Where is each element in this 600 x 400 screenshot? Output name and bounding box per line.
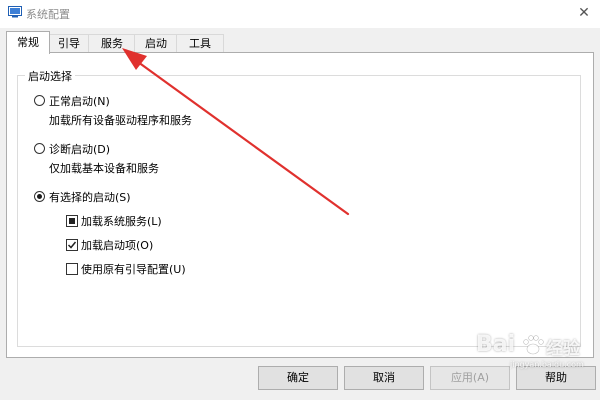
load-system-services-checkbox[interactable] <box>66 215 78 227</box>
normal-startup-label[interactable]: 正常启动(N) <box>49 93 110 109</box>
apply-button[interactable]: 应用(A) <box>430 366 510 390</box>
tab-label: 引导 <box>58 37 80 50</box>
close-button[interactable]: ✕ <box>572 2 596 24</box>
tab-label: 服务 <box>101 37 123 50</box>
load-startup-items-checkbox[interactable] <box>66 239 78 251</box>
group-title: 启动选择 <box>25 68 75 84</box>
use-original-boot-config-label[interactable]: 使用原有引导配置(U) <box>81 261 186 277</box>
selective-startup-label[interactable]: 有选择的启动(S) <box>49 189 131 205</box>
system-config-icon <box>8 6 22 18</box>
load-system-services-label[interactable]: 加载系统服务(L) <box>81 213 162 229</box>
radio-normal-startup[interactable] <box>34 95 45 106</box>
diagnostic-startup-label[interactable]: 诊断启动(D) <box>49 141 110 157</box>
tab-label: 常规 <box>17 36 39 49</box>
ok-button[interactable]: 确定 <box>258 366 338 390</box>
load-startup-items-label[interactable]: 加载启动项(O) <box>81 237 153 253</box>
tab-startup[interactable]: 启动 <box>134 34 178 53</box>
startup-selection-group: 启动选择 正常启动(N) 加载所有设备驱动程序和服务 诊断启动(D) 仅加载基本… <box>17 68 581 347</box>
help-button[interactable]: 帮助 <box>516 366 596 390</box>
checkmark-icon <box>67 241 77 249</box>
tab-label: 工具 <box>189 37 211 50</box>
close-icon: ✕ <box>578 5 590 21</box>
diagnostic-startup-description: 仅加载基本设备和服务 <box>49 162 159 175</box>
use-original-boot-config-checkbox[interactable] <box>66 263 78 275</box>
general-tab-panel: 启动选择 正常启动(N) 加载所有设备驱动程序和服务 诊断启动(D) 仅加载基本… <box>6 52 594 358</box>
radio-diagnostic-startup[interactable] <box>34 143 45 154</box>
window-title: 系统配置 <box>26 8 70 21</box>
title-bar: 系统配置 ✕ <box>0 0 600 28</box>
radio-selective-startup[interactable] <box>34 191 45 202</box>
tab-tools[interactable]: 工具 <box>176 34 224 53</box>
cancel-button[interactable]: 取消 <box>344 366 424 390</box>
tab-label: 启动 <box>145 37 167 50</box>
tab-services[interactable]: 服务 <box>88 34 136 53</box>
normal-startup-description: 加载所有设备驱动程序和服务 <box>49 114 192 127</box>
tab-general[interactable]: 常规 <box>6 31 50 54</box>
tab-boot[interactable]: 引导 <box>48 34 90 53</box>
